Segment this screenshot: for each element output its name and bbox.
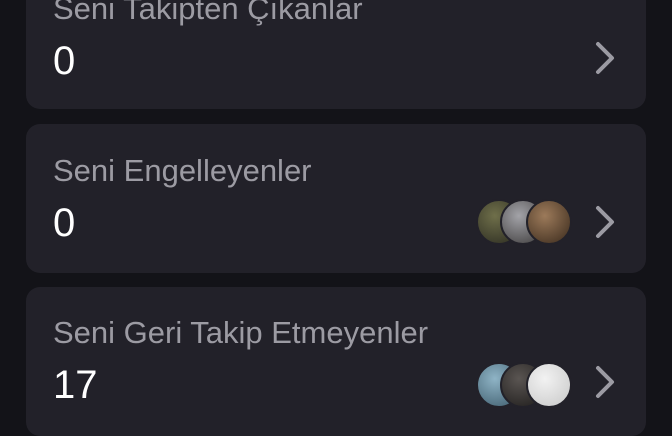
avatar-stack [476,199,574,245]
chevron-right-icon [596,206,614,238]
chevron-right-icon [596,42,614,74]
not-following-back-card[interactable]: Seni Geri Takip Etmeyenler 17 [26,287,646,436]
card-label: Seni Geri Takip Etmeyenler [53,315,429,350]
avatar [526,199,572,245]
card-count: 17 [53,363,98,407]
chevron-right-icon [596,366,614,398]
unfollowers-card[interactable]: Seni Takipten Çıkanlar 0 [26,0,646,109]
blockers-card[interactable]: Seni Engelleyenler 0 [26,124,646,273]
card-label: Seni Engelleyenler [53,153,312,188]
card-label: Seni Takipten Çıkanlar [53,0,363,26]
avatar [526,362,572,408]
card-count: 0 [53,201,76,245]
card-count: 0 [53,39,76,83]
avatar-stack [476,362,574,408]
